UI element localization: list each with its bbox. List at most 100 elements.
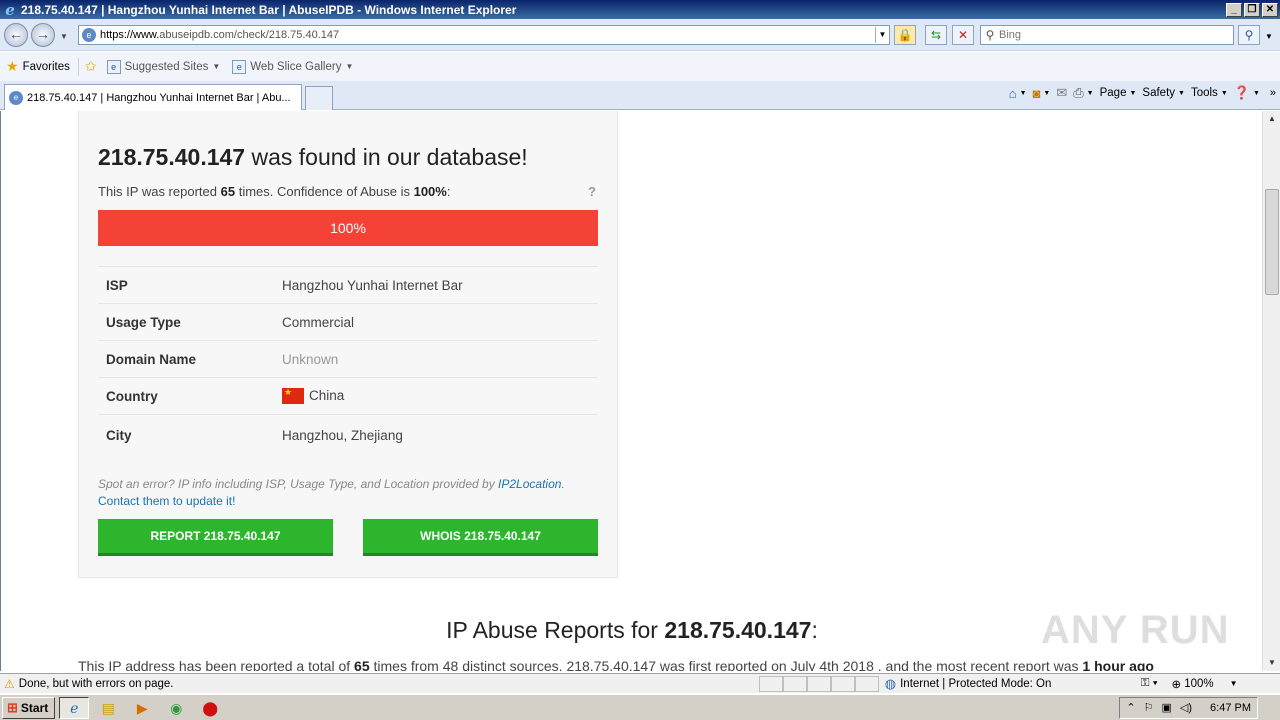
window-title: 218.75.40.147 | Hangzhou Yunhai Internet… [21,2,517,17]
warning-icon[interactable]: ⚠ [4,677,15,691]
report-summary: This IP was reported 65 times. Confidenc… [98,184,451,199]
tab-bar: e 218.75.40.147 | Hangzhou Yunhai Intern… [0,81,1280,110]
search-input[interactable] [999,29,1219,41]
window-title-bar: e 218.75.40.147 | Hangzhou Yunhai Intern… [0,0,1280,19]
ip-info-table: ISP Hangzhou Yunhai Internet Bar Usage T… [98,266,598,456]
back-button[interactable]: ← [4,23,28,47]
page-favicon-icon: e [82,28,96,42]
tab-active[interactable]: e 218.75.40.147 | Hangzhou Yunhai Intern… [4,84,302,110]
status-bar: ⚠ Done, but with errors on page. ◍ Inter… [0,673,1280,693]
home-icon: ⌂ [1008,85,1017,101]
help-tooltip-icon[interactable]: ? [588,184,596,199]
help-icon: ❓ [1233,85,1250,100]
zoom-dropdown-icon[interactable]: ▼ [1230,679,1238,688]
network-icon[interactable]: ▣ [1162,701,1172,714]
start-button[interactable]: ⊞ Start [2,696,56,719]
table-row: Domain Name Unknown [98,340,598,378]
flag-icon[interactable]: ⚐ [1144,701,1154,714]
close-window-button[interactable]: ✕ [1262,2,1278,17]
forward-button[interactable]: → [31,23,55,47]
history-dropdown-icon[interactable]: ▼ [60,32,68,41]
table-row: ISP Hangzhou Yunhai Internet Bar [98,266,598,304]
ip-info-card: 218.75.40.147 was found in our database!… [78,111,618,578]
favorites-button[interactable]: ★ Favorites [6,58,70,75]
ie-page-icon: e [106,59,121,74]
contact-link[interactable]: Contact them to update it! [98,494,235,508]
new-tab-button[interactable] [305,86,333,110]
info-key: Country [98,377,274,415]
alert-taskbar-icon[interactable]: ⬤ [195,697,225,719]
protected-mode-icon[interactable]: ⚿ ▾ [1141,677,1158,690]
web-slice-gallery-link[interactable]: e Web Slice Gallery ▼ [232,59,353,74]
table-row: Usage Type Commercial [98,303,598,341]
mail-icon: ✉ [1056,85,1068,100]
chrome-taskbar-icon[interactable]: ◉ [161,697,191,719]
help-button[interactable]: ❓ ▼ [1234,85,1260,101]
search-icon: ⚲ [985,28,995,42]
zoom-control[interactable]: ⊕ 100% ▼ [1162,677,1238,691]
lock-icon[interactable]: 🔒 [894,25,916,45]
suggested-sites-link[interactable]: e Suggested Sites ▼ [106,59,220,74]
clock[interactable]: 6:47 PM [1210,702,1251,714]
address-url[interactable]: https://www.abuseipdb.com/check/218.75.4… [100,29,875,41]
tray-expand-icon[interactable]: ⌃ [1126,701,1135,714]
navigation-bar: ← → ▼ e https://www.abuseipdb.com/check/… [0,19,1280,51]
address-bar[interactable]: e https://www.abuseipdb.com/check/218.75… [78,25,890,45]
stop-button[interactable]: ✕ [952,25,974,45]
table-row: Country China [98,377,598,415]
scroll-up-icon[interactable]: ▲ [1265,112,1279,126]
search-options-icon[interactable]: ▼ [1265,32,1273,41]
status-slot [806,675,831,692]
address-dropdown-icon[interactable]: ▼ [875,27,889,43]
info-value-country: China [274,377,598,415]
scroll-thumb[interactable] [1265,189,1279,295]
report-ip-button[interactable]: REPORT 218.75.40.147 [98,519,333,556]
read-mail-button[interactable]: ✉ [1056,85,1067,101]
zoom-icon: ⊕ [1171,678,1182,691]
page-menu[interactable]: Page ▼ [1100,87,1137,99]
status-slot [854,675,879,692]
table-row: City Hangzhou, Zhejiang [98,414,598,456]
search-box[interactable]: ⚲ [980,25,1234,45]
explorer-taskbar-icon[interactable]: ▤ [93,697,123,719]
star-icon: ★ [6,58,19,74]
rss-icon: ◙ [1032,85,1041,101]
print-button[interactable]: ⎙ ▼ [1073,85,1093,101]
show-desktop-button[interactable] [1262,697,1280,719]
page-viewport: 218.75.40.147 was found in our database!… [0,111,1262,671]
info-key: ISP [98,266,274,304]
volume-icon[interactable]: ◁) [1180,701,1192,714]
security-zone[interactable]: ◍ Internet | Protected Mode: On [885,676,1135,692]
refresh-button[interactable]: ⇆ [925,25,947,45]
anyrun-watermark: ANY RUN [1041,608,1230,652]
chevron-right-icon[interactable]: » [1270,87,1276,99]
vertical-scrollbar[interactable]: ▲ ▼ [1262,111,1280,671]
ie-taskbar-icon[interactable]: e [59,696,90,719]
minimize-button[interactable]: _ [1226,2,1242,17]
divider [77,57,79,76]
page-title: 218.75.40.147 was found in our database! [98,144,528,170]
info-value: Unknown [274,340,598,378]
restore-button[interactable]: ❐ [1244,2,1260,17]
window-controls: _ ❐ ✕ [1226,2,1278,17]
tools-menu[interactable]: Tools ▼ [1191,87,1228,99]
whois-ip-button[interactable]: WHOIS 218.75.40.147 [363,519,598,556]
status-slot [830,675,855,692]
add-favorite-icon: ✩ [84,58,97,74]
info-key: Domain Name [98,340,274,378]
media-player-taskbar-icon[interactable]: ▶ [127,697,157,719]
reports-summary: This IP address has been reported a tota… [78,658,1154,671]
home-button[interactable]: ⌂ ▼ [1009,86,1027,101]
add-favorite-button[interactable]: ✩ [85,58,101,75]
confidence-bar: 100% [98,210,598,246]
printer-icon: ⎙ [1073,85,1084,100]
globe-icon: ◍ [884,675,897,691]
taskbar: ⊞ Start e ▤ ▶ ◉ ⬤ ⌃ ⚐ ▣ ◁) 6:47 PM [0,694,1280,720]
tab-favicon-icon: e [9,90,23,105]
feeds-button[interactable]: ◙ ▼ [1033,86,1051,101]
ip2location-link[interactable]: IP2Location [498,477,561,491]
search-go-button[interactable]: ⚲ [1238,25,1260,45]
system-tray: ⌃ ⚐ ▣ ◁) 6:47 PM [1119,696,1258,719]
scroll-down-icon[interactable]: ▼ [1265,656,1279,670]
safety-menu[interactable]: Safety ▼ [1142,87,1185,99]
